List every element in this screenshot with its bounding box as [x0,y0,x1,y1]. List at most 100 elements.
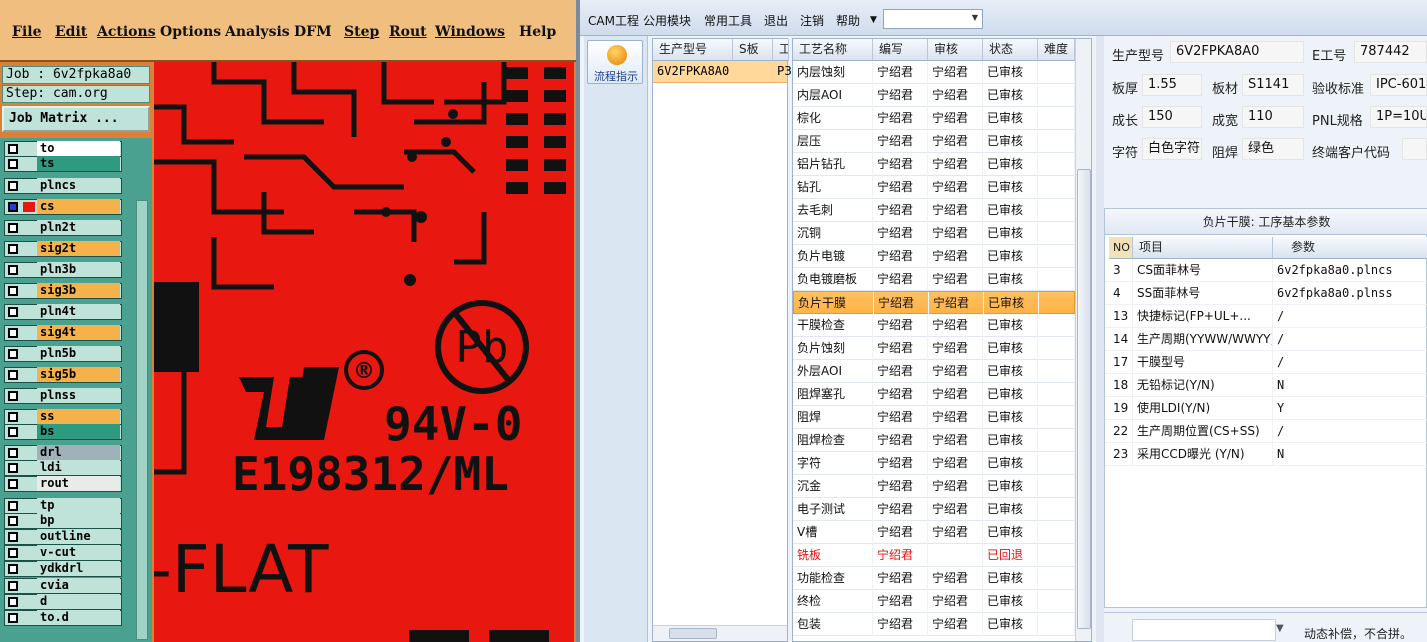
process-row[interactable]: 干膜检查 宁绍君 宁绍君 已审核 [793,314,1075,337]
menu-exit[interactable]: 退出 [764,12,788,29]
layer-name[interactable]: sig3b [37,283,120,298]
layer-checkbox[interactable] [8,265,18,275]
layer-checkbox[interactable] [8,613,18,623]
param-row[interactable]: 19 使用LDI(Y/N) Y [1105,397,1427,420]
hscroll-thumb[interactable] [669,628,717,639]
col-header-model[interactable]: 生产型号 [653,39,733,61]
graphics-canvas[interactable]: ® Pb 94V-0 E198312/ML -FLAT [154,62,574,642]
layer-name[interactable]: tp [37,498,120,513]
layer-row[interactable]: outline [4,529,122,545]
soldermask-field[interactable]: 绿色 [1242,138,1304,160]
process-grid-scrollbar[interactable] [1075,39,1091,641]
layer-name[interactable]: d [37,594,120,609]
col-header-param[interactable]: 参数 [1273,237,1427,259]
menu-analysis[interactable]: Analysis [225,24,290,40]
process-row[interactable]: 负片蚀刻 宁绍君 宁绍君 已审核 [793,337,1075,360]
menu-step[interactable]: Step [344,24,379,40]
param-row[interactable]: 13 快捷标记(FP+UL+... / [1105,305,1427,328]
layer-name[interactable]: sig2t [37,241,120,256]
layer-name[interactable]: outline [37,529,120,544]
layer-checkbox[interactable] [8,548,18,558]
layer-checkbox[interactable] [8,244,18,254]
col-header-difficulty[interactable]: 难度 [1038,39,1075,61]
layer-checkbox[interactable] [8,532,18,542]
customer-code-field[interactable] [1402,138,1427,160]
layer-name[interactable]: ldi [37,460,120,475]
scroll-thumb[interactable] [1077,169,1091,629]
param-row[interactable]: 14 生产周期(YYWW/WWYY) / [1105,328,1427,351]
layer-row[interactable]: plnss [4,388,122,404]
silkscreen-field[interactable]: 白色字符 [1142,138,1202,160]
layer-checkbox[interactable] [8,448,18,458]
process-row[interactable]: 负电镀磨板 宁绍君 宁绍君 已审核 [793,268,1075,291]
process-row[interactable]: 内层AOI 宁绍君 宁绍君 已审核 [793,84,1075,107]
layer-row[interactable]: ydkdrl [4,561,122,577]
process-row[interactable]: 阻焊检查 宁绍君 宁绍君 已审核 [793,429,1075,452]
layer-name[interactable]: ss [37,409,120,424]
layer-list-scrollbar[interactable] [136,200,148,640]
menu-options[interactable]: Options [160,24,221,40]
col-header-reviewer[interactable]: 审核 [928,39,983,61]
layer-name[interactable]: to [37,141,120,156]
layer-name[interactable]: cs [37,199,120,214]
standard-field[interactable]: IPC-601 [1370,74,1427,96]
param-row[interactable]: 4 SS面菲林号 6v2fpka8a0.plnss [1105,282,1427,305]
layer-name[interactable]: ts [37,156,120,171]
process-row[interactable]: 电子测试 宁绍君 宁绍君 已审核 [793,498,1075,521]
layer-checkbox[interactable] [8,223,18,233]
layer-checkbox[interactable] [8,479,18,489]
process-row[interactable]: 棕化 宁绍君 宁绍君 已审核 [793,107,1075,130]
chevron-down-icon[interactable]: ▼ [1276,623,1284,634]
process-row[interactable]: V槽 宁绍君 宁绍君 已审核 [793,521,1075,544]
job-matrix-button[interactable]: Job Matrix ... [2,106,150,132]
status-input[interactable] [1132,619,1276,641]
process-row[interactable]: 去毛刺 宁绍君 宁绍君 已审核 [793,199,1075,222]
col-header-s-board[interactable]: S板 [733,39,773,61]
process-row[interactable]: 铣板 宁绍君 已回退 [793,544,1075,567]
layer-checkbox[interactable] [8,581,18,591]
layer-name[interactable]: drl [37,445,120,460]
process-row[interactable]: 阻焊 宁绍君 宁绍君 已审核 [793,406,1075,429]
layer-checkbox[interactable] [8,328,18,338]
menu-windows[interactable]: Windows [435,24,505,40]
layer-checkbox[interactable] [8,391,18,401]
layer-row[interactable]: cvia [4,578,122,594]
help-dropdown-arrow-icon[interactable]: ▼ [870,15,877,25]
model-field[interactable]: 6V2FPKA8A0 [1170,41,1304,63]
layer-row[interactable]: pln2t [4,220,122,236]
layer-checkbox[interactable] [8,144,18,154]
param-row[interactable]: 17 干膜型号 / [1105,351,1427,374]
layer-name[interactable]: bp [37,513,120,528]
layer-checkbox[interactable] [8,349,18,359]
width-field[interactable]: 110 [1242,106,1304,128]
layer-row[interactable]: sig2t [4,241,122,257]
process-row[interactable]: 阻焊塞孔 宁绍君 宁绍君 已审核 [793,383,1075,406]
menu-rout[interactable]: Rout [389,24,427,40]
layer-name[interactable]: rout [37,476,120,491]
layer-row[interactable]: pln5b [4,346,122,362]
layer-checkbox[interactable] [8,516,18,526]
layer-name[interactable]: pln5b [37,346,120,361]
process-row[interactable]: 铝片钻孔 宁绍君 宁绍君 已审核 [793,153,1075,176]
process-row[interactable]: 负片干膜 宁绍君 宁绍君 已审核 [793,291,1076,315]
layer-row[interactable]: plncs [4,178,122,194]
flow-guide-button[interactable]: 流程指示 [587,40,643,84]
layer-name[interactable]: sig4t [37,325,120,340]
pnl-field[interactable]: 1P=10U [1370,106,1427,128]
layer-name[interactable]: ydkdrl [37,561,120,576]
process-row[interactable]: 钻孔 宁绍君 宁绍君 已审核 [793,176,1075,199]
layer-checkbox[interactable] [8,286,18,296]
model-row[interactable]: 6V2FPKA8A0 P3 [653,61,792,83]
layer-row[interactable]: bs [4,424,122,440]
layer-row[interactable]: sig3b [4,283,122,299]
layer-name[interactable]: pln3b [37,262,120,277]
layer-name[interactable]: v-cut [37,545,120,560]
layer-checkbox[interactable] [8,501,18,511]
layer-checkbox[interactable] [8,202,18,212]
layer-row[interactable]: pln4t [4,304,122,320]
process-row[interactable]: 层压 宁绍君 宁绍君 已审核 [793,130,1075,153]
layer-name[interactable]: pln4t [37,304,120,319]
model-grid-hscroll[interactable] [653,625,787,641]
param-row[interactable]: 3 CS面菲林号 6v2fpka8a0.plncs [1105,259,1427,282]
layer-checkbox[interactable] [8,597,18,607]
